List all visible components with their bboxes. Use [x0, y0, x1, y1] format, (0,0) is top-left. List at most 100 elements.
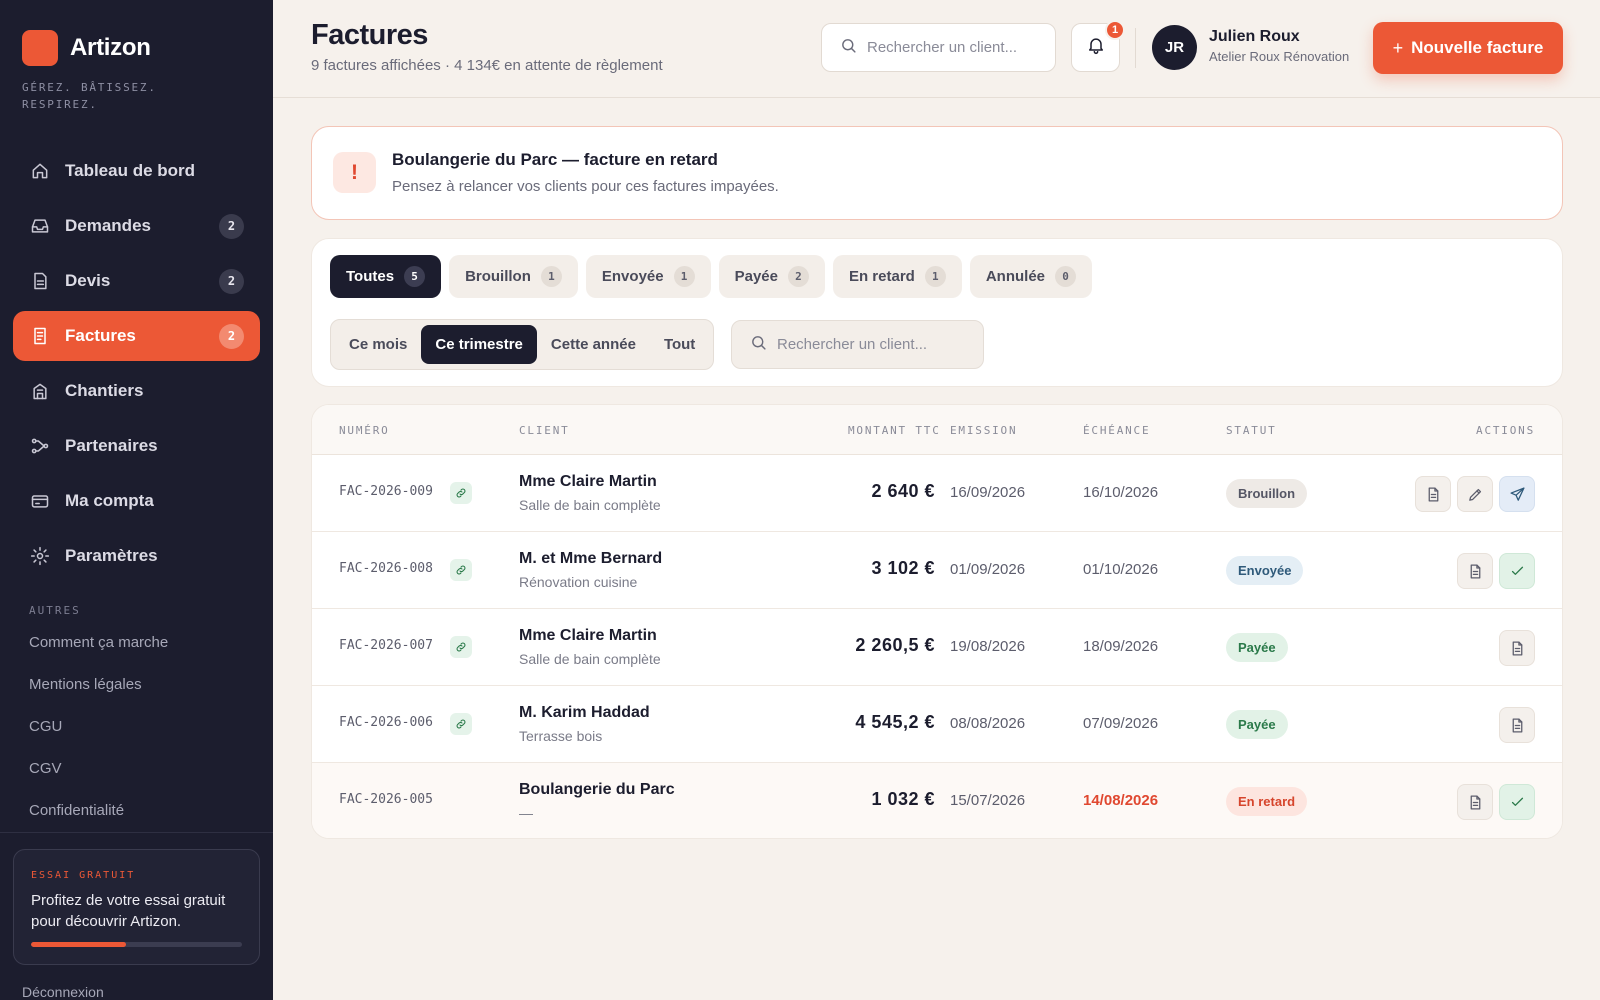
- sidebar-item-label: Tableau de bord: [65, 161, 196, 180]
- brand[interactable]: Artizon: [22, 30, 151, 66]
- logout-link[interactable]: Déconnexion: [22, 984, 104, 1000]
- tab-envoyee[interactable]: Envoyée 1: [585, 255, 711, 298]
- table-row[interactable]: FAC-2026-008 M. et Mme Bernard Rénovation …: [312, 532, 1562, 609]
- pdf-button[interactable]: [1499, 707, 1535, 743]
- table-row[interactable]: FAC-2026-005 Boulangerie du Parc — 1 032 € 1…: [312, 763, 1562, 838]
- sidebar-item-tableau-de-bord[interactable]: Tableau de bord: [13, 146, 260, 196]
- client-name[interactable]: Mme Claire Martin: [519, 627, 657, 645]
- gear-icon: [30, 546, 50, 566]
- period-ce-trimestre[interactable]: Ce trimestre: [421, 325, 537, 364]
- table-row[interactable]: FAC-2026-006 M. Karim Haddad Terrasse bois…: [312, 686, 1562, 763]
- sidebar-item-factures[interactable]: Factures 2: [13, 311, 260, 361]
- col-amount[interactable]: MONTANT TTC: [848, 424, 941, 437]
- page-title: Factures: [311, 19, 428, 51]
- link-icon[interactable]: [450, 713, 472, 735]
- tab-annulee[interactable]: Annulée 0: [969, 255, 1093, 298]
- status-tabs: Toutes 5 Brouillon 1 Envoyée 1 Payée 2 En retard…: [330, 255, 1100, 298]
- sidebar-divider: [0, 832, 273, 833]
- footer-link[interactable]: CGU: [29, 717, 168, 759]
- sidebar-item-label: Factures: [65, 326, 136, 345]
- sidebar-item-demandes[interactable]: Demandes 2: [13, 201, 260, 251]
- client-search-input[interactable]: [777, 336, 947, 353]
- pdf-button[interactable]: [1457, 784, 1493, 820]
- tab-count-badge: 2: [787, 266, 809, 287]
- col-number[interactable]: NUMÉRO: [339, 424, 390, 437]
- mark-paid-button[interactable]: [1499, 784, 1535, 820]
- sidebar-nav: Tableau de bord Demandes 2 Devis 2 Factures 2 C…: [13, 146, 260, 586]
- file-icon: [1509, 640, 1526, 657]
- footer-link[interactable]: Comment ça marche: [29, 633, 168, 675]
- col-due[interactable]: ÉCHÉANCE: [1083, 424, 1150, 437]
- pdf-button[interactable]: [1457, 553, 1493, 589]
- period-ce-mois[interactable]: Ce mois: [335, 325, 421, 364]
- global-search-input[interactable]: [867, 39, 1037, 56]
- plus-icon: +: [1392, 37, 1404, 58]
- sidebar-item-devis[interactable]: Devis 2: [13, 256, 260, 306]
- invoice-amount: 2 640 €: [871, 481, 935, 501]
- col-status[interactable]: STATUT: [1226, 424, 1277, 437]
- link-icon[interactable]: [450, 636, 472, 658]
- file-icon: [1509, 717, 1526, 734]
- send-icon: [1509, 486, 1526, 503]
- period-tout[interactable]: Tout: [650, 325, 709, 364]
- link-icon[interactable]: [450, 559, 472, 581]
- global-search[interactable]: [821, 23, 1056, 72]
- invoice-amount: 3 102 €: [871, 558, 935, 578]
- avatar[interactable]: JR: [1152, 25, 1197, 70]
- sidebar-item-label: Chantiers: [65, 381, 144, 400]
- notifications-button[interactable]: 1: [1071, 20, 1125, 72]
- client-name[interactable]: Mme Claire Martin: [519, 473, 657, 491]
- tagline: GÉREZ. BÂTISSEZ. RESPIREZ.: [22, 81, 157, 111]
- sidebar-item-partenaires[interactable]: Partenaires: [13, 421, 260, 471]
- tab-count-badge: 5: [404, 266, 426, 287]
- col-emission[interactable]: EMISSION: [950, 424, 1017, 437]
- pdf-button[interactable]: [1499, 630, 1535, 666]
- user-company: Atelier Roux Rénovation: [1209, 49, 1350, 64]
- tab-en-retard[interactable]: En retard 1: [832, 255, 962, 298]
- table-header: NUMÉRO CLIENT MONTANT TTC EMISSION ÉCHÉA…: [312, 405, 1562, 455]
- footer-link[interactable]: Mentions légales: [29, 675, 168, 717]
- tab-label: Payée: [734, 268, 778, 285]
- col-client[interactable]: CLIENT: [519, 424, 570, 437]
- sidebar-item-parametres[interactable]: Paramètres: [13, 531, 260, 581]
- trial-card: ESSAI GRATUIT Profitez de votre essai gr…: [13, 849, 260, 965]
- table-row[interactable]: FAC-2026-007 Mme Claire Martin Salle de ba…: [312, 609, 1562, 686]
- header-divider: [1135, 28, 1136, 68]
- mark-paid-button[interactable]: [1499, 553, 1535, 589]
- client-name[interactable]: M. et Mme Bernard: [519, 550, 662, 568]
- row-actions: [1409, 476, 1535, 512]
- invoice-icon: [30, 326, 50, 346]
- alert-text: Pensez à relancer vos clients pour ces f…: [392, 178, 779, 195]
- tab-toutes[interactable]: Toutes 5: [330, 255, 442, 298]
- pdf-button[interactable]: [1415, 476, 1451, 512]
- client-name[interactable]: Boulangerie du Parc: [519, 781, 675, 799]
- sidebar-item-chantiers[interactable]: Chantiers: [13, 366, 260, 416]
- tab-count-badge: 1: [924, 266, 946, 287]
- pencil-icon: [1467, 486, 1484, 503]
- file-icon: [1467, 563, 1484, 580]
- home-icon: [30, 161, 50, 181]
- footer-link[interactable]: Confidentialité: [29, 801, 168, 843]
- row-actions: [1451, 784, 1535, 820]
- sidebar-item-label: Paramètres: [65, 546, 158, 565]
- client-name[interactable]: M. Karim Haddad: [519, 704, 650, 722]
- tab-count-badge: 1: [673, 266, 695, 287]
- send-button[interactable]: [1499, 476, 1535, 512]
- new-invoice-button[interactable]: + Nouvelle facture: [1373, 22, 1563, 74]
- client-search[interactable]: [731, 320, 984, 369]
- period-cette-annee[interactable]: Cette année: [537, 325, 650, 364]
- tab-label: Envoyée: [601, 268, 664, 285]
- footer-link[interactable]: CGV: [29, 759, 168, 801]
- table-body: FAC-2026-009 Mme Claire Martin Salle de ba…: [312, 455, 1562, 838]
- link-icon[interactable]: [450, 482, 472, 504]
- tab-brouillon[interactable]: Brouillon 1: [449, 255, 578, 298]
- tab-payee[interactable]: Payée 2: [718, 255, 825, 298]
- table-row[interactable]: FAC-2026-009 Mme Claire Martin Salle de ba…: [312, 455, 1562, 532]
- edit-button[interactable]: [1457, 476, 1493, 512]
- others-links: Comment ça marche Mentions légales CGU CGV C…: [29, 633, 168, 843]
- sidebar-item-ma-compta[interactable]: Ma compta: [13, 476, 260, 526]
- emission-date: 08/08/2026: [950, 715, 1026, 732]
- status-badge: Payée: [1226, 633, 1288, 662]
- invoice-amount: 1 032 €: [871, 789, 935, 809]
- invoice-amount: 2 260,5 €: [855, 635, 935, 655]
